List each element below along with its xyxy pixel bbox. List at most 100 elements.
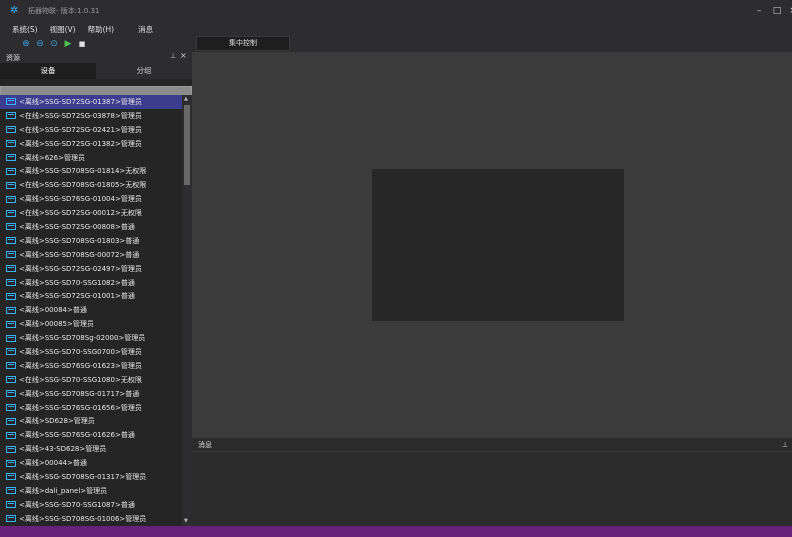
device-icon bbox=[6, 404, 16, 412]
device-icon bbox=[6, 501, 16, 509]
app-logo-icon: ✲ bbox=[10, 5, 19, 16]
zoom-in-icon[interactable]: ⊕ bbox=[20, 38, 32, 50]
message-panel: 消息 ⊥ bbox=[192, 438, 792, 526]
menu-help[interactable]: 帮助(H) bbox=[88, 24, 115, 35]
device-list-item[interactable]: <离线>SSG-SD70-SSG1087>普通 bbox=[0, 498, 182, 512]
device-list-item[interactable]: <离线>SD628>管理员 bbox=[0, 414, 182, 428]
device-icon bbox=[6, 112, 16, 120]
device-label: <离线>SSG-SD708Sg-02000>管理员 bbox=[19, 334, 146, 343]
panel-title: 资源 bbox=[6, 53, 20, 62]
device-list-item[interactable]: <在线>SSG-SD70-SSG1080>无权限 bbox=[0, 373, 182, 387]
device-icon bbox=[6, 320, 16, 328]
device-list-item[interactable]: <离线>SSG-SD72SG-02497>管理员 bbox=[0, 262, 182, 276]
window-title: 拓器物联- 版本:1.0.31 bbox=[28, 7, 100, 15]
workspace bbox=[192, 52, 792, 438]
scroll-down-icon[interactable]: ▼ bbox=[184, 518, 188, 524]
device-label: <离线>SSG-SD72SG-01382>管理员 bbox=[19, 139, 142, 148]
message-panel-header: 消息 ⊥ bbox=[192, 438, 792, 452]
close-button[interactable]: × bbox=[786, 4, 792, 18]
device-label: <离线>SSG-SD72SG-00808>普通 bbox=[19, 222, 135, 231]
device-list-item[interactable]: <离线>00084>普通 bbox=[0, 303, 182, 317]
device-icon bbox=[6, 473, 16, 481]
device-list-item[interactable]: <在线>SSG-SD72SG-00012>无权限 bbox=[0, 206, 182, 220]
device-icon bbox=[6, 167, 16, 175]
device-label: <离线>00084>普通 bbox=[19, 306, 87, 315]
device-list-item[interactable]: <离线>dali_panel>管理员 bbox=[0, 484, 182, 498]
device-list-item[interactable]: <离线>SSG-SD708SG-01006>管理员 bbox=[0, 512, 182, 526]
device-list-item[interactable]: <离线>00044>普通 bbox=[0, 456, 182, 470]
device-icon bbox=[6, 98, 16, 106]
device-icon bbox=[6, 209, 16, 217]
device-list-item[interactable]: <在线>SSG-SD72SG-03878>管理员 bbox=[0, 109, 182, 123]
menu-view[interactable]: 视图(V) bbox=[50, 24, 76, 35]
device-list-item[interactable]: <离线>SSG-SD708SG-01803>普通 bbox=[0, 234, 182, 248]
device-icon bbox=[6, 292, 16, 300]
tab-groups[interactable]: 分组 bbox=[96, 63, 192, 79]
device-list-item[interactable]: <离线>SSG-SD76SG-01623>管理员 bbox=[0, 359, 182, 373]
maximize-button[interactable]: □ bbox=[770, 4, 784, 18]
device-label: <离线>SSG-SD72SG-02497>管理员 bbox=[19, 264, 142, 273]
device-icon bbox=[6, 390, 16, 398]
device-list-item[interactable]: <离线>SSG-SD708SG-00072>普通 bbox=[0, 248, 182, 262]
title-bar: ✲ 拓器物联- 版本:1.0.31 – □ × bbox=[0, 0, 792, 22]
device-label: <在线>SSG-SD708SG-01805>无权限 bbox=[19, 181, 147, 190]
device-list-item[interactable]: <在线>SSG-SD72SG-02421>管理员 bbox=[0, 123, 182, 137]
device-icon bbox=[6, 334, 16, 342]
device-list-item[interactable]: <离线>SSG-SD708SG-01717>普通 bbox=[0, 387, 182, 401]
device-list-item[interactable]: <离线>SSG-SD72SG-00808>普通 bbox=[0, 220, 182, 234]
zoom-out-icon[interactable]: ⊖ bbox=[34, 38, 46, 50]
device-list-item[interactable]: <离线>SSG-SD708Sg-02000>管理员 bbox=[0, 331, 182, 345]
pin-icon[interactable]: ⊥ bbox=[782, 441, 788, 449]
device-list-item[interactable]: <离线>43-SD628>管理员 bbox=[0, 442, 182, 456]
device-list-item[interactable]: <离线>SSG-SD72SG-01382>管理员 bbox=[0, 137, 182, 151]
panel-header: 资源 ⊥ × bbox=[0, 51, 192, 63]
device-label: <离线>00044>普通 bbox=[19, 459, 87, 468]
device-label: <离线>SSG-SD76SG-01626>普通 bbox=[19, 431, 135, 440]
tab-devices[interactable]: 设备 bbox=[0, 63, 96, 79]
menu-bar: 系统(S) 视图(V) 帮助(H) 消息 bbox=[0, 22, 792, 36]
device-list-item[interactable]: <离线>SSG-SD72SG-01387>管理员 bbox=[0, 95, 182, 109]
scroll-up-icon[interactable]: ▲ bbox=[184, 96, 188, 102]
minimize-button[interactable]: – bbox=[752, 4, 766, 18]
stop-icon[interactable]: ■ bbox=[76, 38, 88, 50]
device-list-item[interactable]: <离线>00085>管理员 bbox=[0, 317, 182, 331]
panel-close-icon[interactable]: × bbox=[180, 51, 187, 60]
device-icon bbox=[6, 459, 16, 467]
device-list-item[interactable]: <离线>SSG-SD70-SSG0700>管理员 bbox=[0, 345, 182, 359]
device-list-item[interactable]: <离线>SSG-SD72SG-01001>普通 bbox=[0, 289, 182, 303]
device-icon bbox=[6, 515, 16, 523]
device-icon bbox=[6, 348, 16, 356]
pin-icon[interactable]: ⊥ bbox=[170, 52, 176, 60]
list-scrollbar[interactable]: ▲ ▼ bbox=[182, 95, 192, 526]
device-label: <离线>SSG-SD72SG-01387>管理员 bbox=[19, 97, 142, 106]
menu-system[interactable]: 系统(S) bbox=[12, 24, 38, 35]
device-list-item[interactable]: <离线>SSG-SD708SG-01814>无权限 bbox=[0, 164, 182, 178]
device-list-item[interactable]: <离线>SSG-SD76SG-01626>普通 bbox=[0, 428, 182, 442]
device-icon bbox=[6, 445, 16, 453]
device-label: <在线>SSG-SD70-SSG1080>无权限 bbox=[19, 375, 142, 384]
device-label: <离线>SSG-SD76SG-01656>管理员 bbox=[19, 403, 142, 412]
device-list-item[interactable]: <在线>SSG-SD708SG-01805>无权限 bbox=[0, 178, 182, 192]
device-label: <在线>SSG-SD72SG-00012>无权限 bbox=[19, 209, 142, 218]
menu-messages[interactable]: 消息 bbox=[138, 24, 153, 35]
device-label: <离线>SSG-SD708SG-00072>普通 bbox=[19, 250, 140, 259]
device-icon bbox=[6, 487, 16, 495]
device-label: <离线>SSG-SD76SG-01623>管理员 bbox=[19, 361, 142, 370]
tab-central-control[interactable]: 集中控制 bbox=[196, 36, 290, 51]
zoom-reset-icon[interactable]: ⊙ bbox=[48, 38, 60, 50]
device-list-item[interactable]: <离线>SSG-SD70-SSG1082>普通 bbox=[0, 276, 182, 290]
device-icon bbox=[6, 265, 16, 273]
scroll-thumb[interactable] bbox=[184, 105, 190, 185]
device-label: <离线>SSG-SD708SG-01814>无权限 bbox=[19, 167, 147, 176]
device-label: <离线>SSG-SD70-SSG0700>管理员 bbox=[19, 347, 142, 356]
device-list-item[interactable]: <离线>626>管理员 bbox=[0, 151, 182, 165]
play-icon[interactable]: ▶ bbox=[62, 38, 74, 50]
device-icon bbox=[6, 126, 16, 134]
device-list-item[interactable]: <离线>SSG-SD76SG-01656>管理员 bbox=[0, 401, 182, 415]
device-list-item[interactable]: <离线>SSG-SD708SG-01317>管理员 bbox=[0, 470, 182, 484]
device-label: <离线>626>管理员 bbox=[19, 153, 85, 162]
device-list-item[interactable]: <离线>SSG-SD76SG-01004>管理员 bbox=[0, 192, 182, 206]
device-label: <离线>dali_panel>管理员 bbox=[19, 486, 108, 495]
device-icon bbox=[6, 376, 16, 384]
device-icon bbox=[6, 279, 16, 287]
